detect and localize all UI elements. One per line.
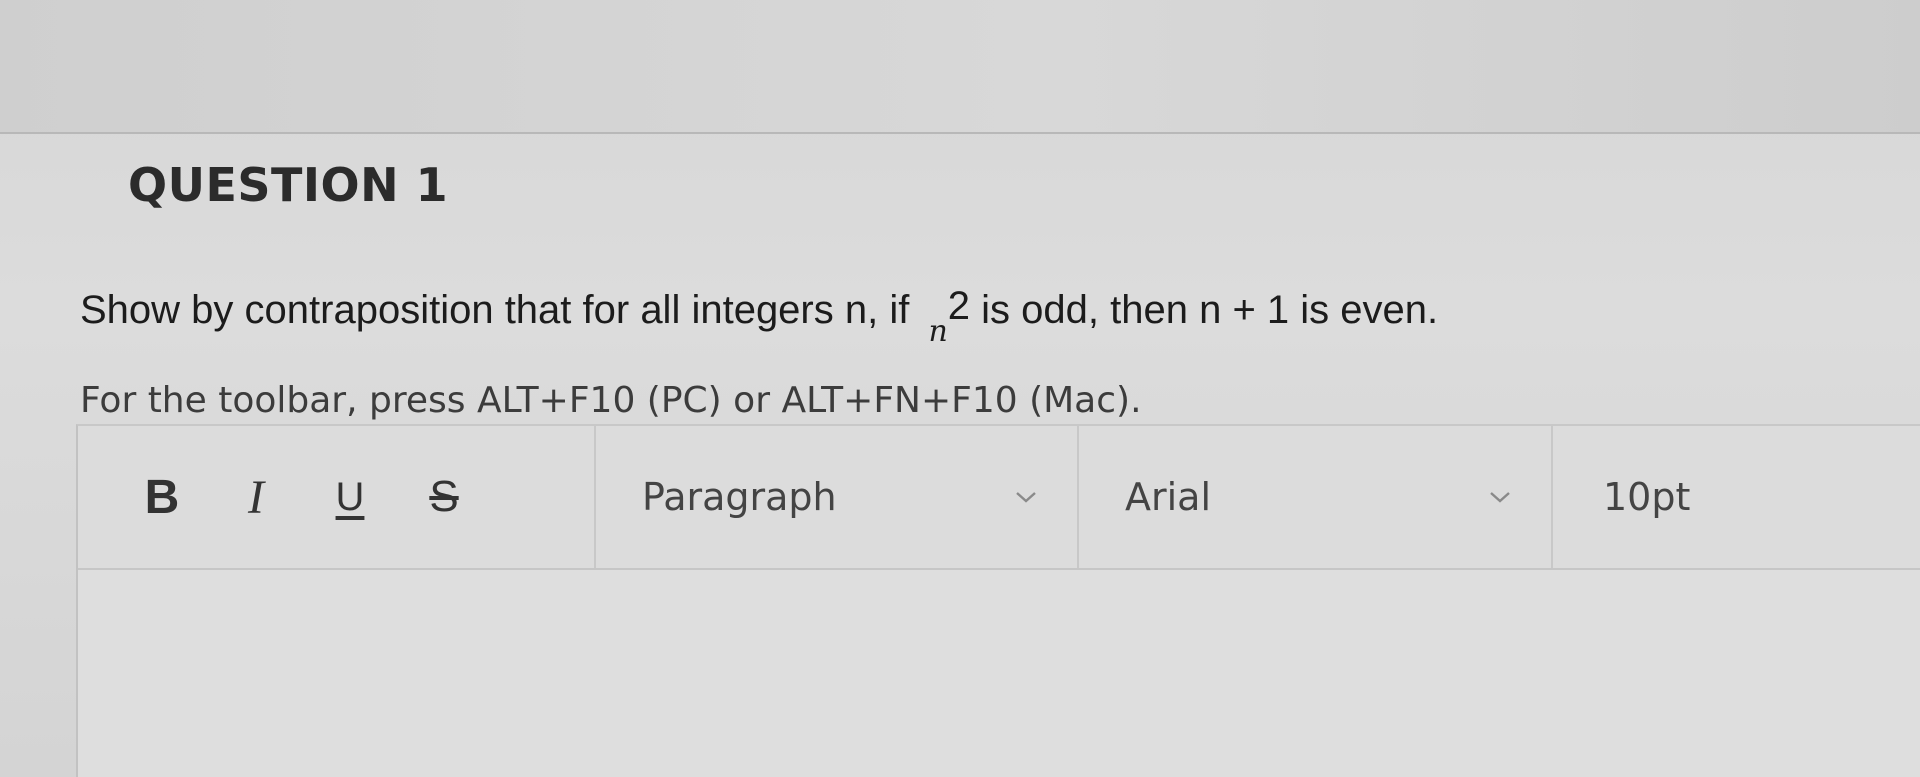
- block-format-dropdown[interactable]: Paragraph: [596, 426, 1079, 568]
- prompt-text-before: Show by contraposition that for all inte…: [80, 288, 910, 332]
- question-prompt: Show by contraposition that for all inte…: [80, 284, 1439, 349]
- block-format-value: Paragraph: [642, 475, 837, 519]
- prompt-text-after: is odd, then n + 1 is even.: [981, 288, 1439, 332]
- question-title: QUESTION 1: [128, 158, 449, 212]
- prompt-variable: n: [928, 314, 948, 349]
- italic-icon: I: [248, 470, 264, 524]
- chevron-down-icon: [1015, 486, 1037, 508]
- prompt-exponent: 2: [947, 284, 971, 328]
- underline-icon: U: [335, 474, 365, 519]
- bold-icon: B: [144, 470, 180, 524]
- strikethrough-button[interactable]: S: [415, 462, 473, 532]
- font-family-dropdown[interactable]: Arial: [1079, 426, 1553, 568]
- toolbar-hint: For the toolbar, press ALT+F10 (PC) or A…: [80, 380, 1142, 421]
- format-button-group: B I U S: [78, 426, 596, 568]
- strikethrough-icon: S: [429, 472, 459, 521]
- rich-text-editor: B I U S Paragraph Arial 10pt: [76, 424, 1920, 777]
- font-family-value: Arial: [1125, 475, 1212, 519]
- header-band: [0, 0, 1920, 132]
- chevron-down-icon: [1489, 486, 1511, 508]
- font-size-dropdown[interactable]: 10pt: [1553, 426, 1920, 568]
- font-size-value: 10pt: [1603, 475, 1691, 519]
- editor-body[interactable]: [78, 570, 1920, 777]
- editor-toolbar: B I U S Paragraph Arial 10pt: [78, 426, 1920, 570]
- italic-button[interactable]: I: [227, 462, 285, 532]
- divider: [0, 132, 1920, 134]
- bold-button[interactable]: B: [133, 462, 191, 532]
- page: QUESTION 1 Show by contraposition that f…: [0, 0, 1920, 777]
- underline-button[interactable]: U: [321, 462, 379, 532]
